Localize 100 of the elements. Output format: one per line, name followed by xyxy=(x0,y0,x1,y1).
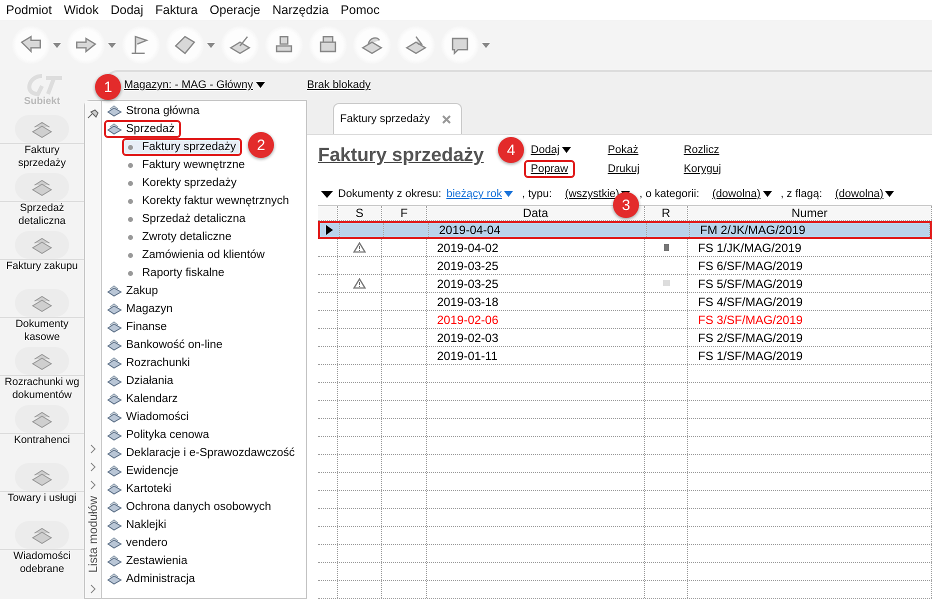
table-row[interactable]: 2019-02-06 FS 3/SF/MAG/2019 xyxy=(318,311,932,329)
caret-icon[interactable] xyxy=(53,42,61,48)
caret-icon[interactable] xyxy=(482,42,490,48)
menu-item[interactable]: Pomoc xyxy=(340,3,380,17)
shortcut-label[interactable]: Sprzedaż detaliczna xyxy=(0,202,84,228)
action-link[interactable]: Pokaż xyxy=(600,141,646,159)
warehouse-dropdown[interactable]: Magazyn: - MAG - Główny xyxy=(124,79,265,91)
table-row[interactable]: 2019-02-03 FS 2/SF/MAG/2019 xyxy=(318,329,932,347)
module-item[interactable]: Magazyn xyxy=(104,300,179,318)
module-item[interactable]: Kartoteki xyxy=(104,480,178,498)
module-icon xyxy=(107,446,122,460)
table-cell: FS 1/JK/MAG/2019 xyxy=(688,239,932,256)
collapse-icon[interactable] xyxy=(321,190,333,198)
stack-icon[interactable] xyxy=(0,463,84,492)
table-row[interactable]: 2019-03-25 FS 6/SF/MAG/2019 xyxy=(318,257,932,275)
table-row[interactable]: 2019-04-02 FS 1/JK/MAG/2019 xyxy=(318,239,932,257)
column-header[interactable]: Numer xyxy=(688,206,932,220)
module-item[interactable]: Sprzedaż xyxy=(104,120,181,138)
module-item[interactable]: Zestawienia xyxy=(104,552,194,570)
filter-dropdown[interactable]: (dowolna) xyxy=(835,188,894,200)
shortcut-label[interactable]: Dokumenty kasowe xyxy=(0,318,84,344)
filter-label: Dokumenty z okresu: xyxy=(338,188,442,200)
module-item[interactable]: Kalendarz xyxy=(104,390,184,408)
module-icon xyxy=(107,392,122,406)
module-item[interactable]: Finanse xyxy=(104,318,173,336)
column-header[interactable]: F xyxy=(382,206,427,220)
shortcut-label[interactable]: Faktury sprzedaży xyxy=(0,144,84,170)
table-row[interactable]: 2019-03-18 FS 4/SF/MAG/2019 xyxy=(318,293,932,311)
module-item[interactable]: Ewidencje xyxy=(104,462,184,480)
stack-icon[interactable] xyxy=(0,231,84,260)
table-row[interactable]: 2019-01-11 FS 1/SF/MAG/2019 xyxy=(318,347,932,365)
filter-label: , typu: xyxy=(522,188,552,200)
page-title: Faktury sprzedaży xyxy=(318,145,484,167)
caret-icon xyxy=(885,191,894,197)
module-icon xyxy=(107,572,122,586)
module-item[interactable]: Strona główna xyxy=(104,102,206,120)
shortcut-label[interactable]: Wiadomości odebrane xyxy=(0,550,84,576)
stack-icon[interactable] xyxy=(0,347,84,376)
table-row[interactable]: 2019-04-04 FM 2/JK/MAG/2019 xyxy=(318,221,932,239)
module-item[interactable]: Wiadomości xyxy=(104,408,195,426)
module-subitem[interactable]: Faktury sprzedaży xyxy=(122,138,242,156)
module-subitem[interactable]: Korekty sprzedaży xyxy=(122,174,243,192)
menu-item[interactable]: Narzędzia xyxy=(272,3,329,17)
action-link[interactable]: Popraw xyxy=(524,160,576,178)
module-item[interactable]: Administracja xyxy=(104,570,202,588)
shortcut-label[interactable]: Kontrahenci xyxy=(14,434,70,447)
table-cell: 2019-04-04 xyxy=(429,223,647,237)
module-subitem[interactable]: Zwroty detaliczne xyxy=(122,228,238,246)
action-link[interactable]: Drukuj xyxy=(600,160,647,178)
period-dropdown[interactable]: bieżący rok xyxy=(446,188,513,200)
table-row[interactable]: 2019-03-25 FS 5/SF/MAG/2019 xyxy=(318,275,932,293)
module-icon xyxy=(107,518,122,532)
menu-item[interactable]: Dodaj xyxy=(110,3,144,17)
step-badge: 1 xyxy=(95,74,121,100)
shortcut-label[interactable]: Towary i usługi xyxy=(8,492,76,505)
chevron-icon[interactable] xyxy=(89,584,97,594)
stack-icon[interactable] xyxy=(0,173,84,202)
module-item[interactable]: Bankowość on-line xyxy=(104,336,229,354)
tab[interactable]: Faktury sprzedaży xyxy=(333,103,462,134)
menu-item[interactable]: Faktura xyxy=(155,3,198,17)
module-subitem[interactable]: Sprzedaż detaliczna xyxy=(122,210,252,228)
table-cell: 2019-04-02 xyxy=(427,239,645,256)
filter-dropdown[interactable]: (dowolna) xyxy=(712,188,772,200)
column-header[interactable]: S xyxy=(338,206,382,220)
module-item[interactable]: Naklejki xyxy=(104,516,172,534)
side-label[interactable]: Lista modułów xyxy=(86,496,100,573)
module-item[interactable]: Rozrachunki xyxy=(104,354,196,372)
module-item[interactable]: Działania xyxy=(104,372,180,390)
module-icon xyxy=(107,374,122,388)
filter-label: , z flagą: xyxy=(780,188,822,200)
menu-item[interactable]: Podmiot xyxy=(6,3,52,17)
module-item[interactable]: Deklaracje i e-Sprawozdawczość xyxy=(104,444,301,462)
module-subitem[interactable]: Raporty fiskalne xyxy=(122,264,230,282)
module-subitem[interactable]: Faktury wewnętrzne xyxy=(122,156,251,174)
close-icon[interactable] xyxy=(442,114,451,124)
stack-icon[interactable] xyxy=(0,405,84,434)
module-subitem[interactable]: Korekty faktur wewnętrznych xyxy=(122,192,296,210)
table-cell: 2019-01-11 xyxy=(427,347,645,364)
module-item[interactable]: vendero xyxy=(104,534,174,552)
caret-icon[interactable] xyxy=(207,42,215,48)
stack-icon[interactable] xyxy=(0,521,84,550)
table-cell: FS 1/SF/MAG/2019 xyxy=(688,347,932,364)
module-subitem[interactable]: Zamówienia od klientów xyxy=(122,246,271,264)
module-item[interactable]: Polityka cenowa xyxy=(104,426,216,444)
stack-icon[interactable] xyxy=(0,289,84,318)
menu-item[interactable]: Operacje xyxy=(210,3,260,17)
menu-item[interactable]: Widok xyxy=(64,3,99,17)
table-cell: FM 2/JK/MAG/2019 xyxy=(690,223,930,237)
table-cell: FS 3/SF/MAG/2019 xyxy=(688,311,932,328)
action-link[interactable]: Dodaj xyxy=(524,141,578,159)
module-item[interactable]: Zakup xyxy=(104,282,164,300)
pin-icon[interactable] xyxy=(87,109,99,119)
shortcut-label[interactable]: Rozrachunki wg dokumentów xyxy=(0,376,84,402)
shortcut-label[interactable]: Faktury zakupu xyxy=(6,260,78,273)
caret-icon[interactable] xyxy=(108,42,116,48)
action-link[interactable]: Rozlicz xyxy=(676,141,726,159)
module-item[interactable]: Ochrona danych osobowych xyxy=(104,498,278,516)
action-link[interactable]: Koryguj xyxy=(676,160,728,178)
lock-link[interactable]: Brak blokady xyxy=(306,79,371,91)
column-header[interactable]: R xyxy=(645,206,688,220)
